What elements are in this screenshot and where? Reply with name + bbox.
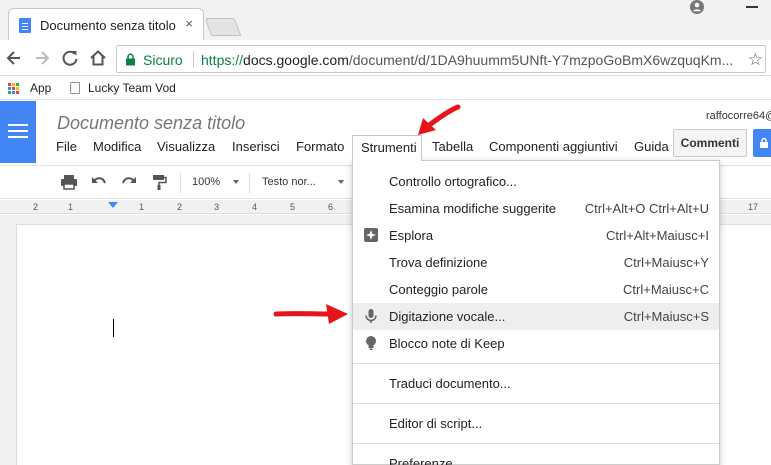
tab-strip: Documento senza titolo × [0, 0, 771, 40]
menu-formato[interactable]: Formato [296, 139, 344, 154]
document-title[interactable]: Documento senza titolo [57, 113, 245, 134]
bookmark-lucky-team[interactable]: Lucky Team Vod [88, 81, 176, 95]
ruler-number: 5 [290, 202, 296, 212]
back-icon[interactable] [4, 48, 24, 68]
share-button[interactable] [753, 129, 771, 157]
menu-item-shortcut: Ctrl+Maiusc+Y [623, 255, 709, 270]
menu-item-preferenze[interactable]: Preferenze... [353, 450, 719, 465]
menu-divider [353, 403, 719, 404]
ruler-number: 4 [252, 202, 258, 212]
user-email: raffocorre64@ [706, 110, 771, 122]
menu-item-label: Esamina modifiche suggerite [389, 201, 556, 216]
forward-icon[interactable] [32, 48, 52, 68]
menu-item-controllo-ortografico[interactable]: Controllo ortografico... [353, 168, 719, 195]
url-host: docs.google.com [243, 52, 349, 68]
secure-label: Sicuro [143, 52, 183, 68]
comments-button[interactable]: Commenti [673, 129, 747, 157]
explore-icon [364, 228, 378, 242]
ruler-number: 1 [139, 202, 145, 212]
bookmarks-bar: App Lucky Team Vod [0, 76, 771, 100]
page-icon [70, 82, 80, 94]
url-path: /document/d/1DA9huumm5UNft-Y7mzpoGoBmX6w… [348, 52, 734, 68]
menu-item-label: Preferenze... [389, 456, 464, 465]
ruler-number: 6 [328, 202, 334, 212]
menu-item-shortcut: Ctrl+Alt+Maiusc+I [606, 228, 709, 243]
apps-grid-icon[interactable] [8, 83, 19, 94]
keep-lightbulb-icon [366, 336, 376, 350]
lock-icon [126, 53, 135, 66]
indent-marker-icon[interactable] [108, 202, 118, 208]
menu-item-shortcut: Ctrl+Alt+O Ctrl+Alt+U [584, 201, 709, 216]
menu-item-digitazione-vocale[interactable]: Digitazione vocale... Ctrl+Maiusc+S [353, 303, 719, 330]
ruler-number: 1 [68, 202, 74, 212]
menu-divider [353, 363, 719, 364]
menu-componenti-aggiuntivi[interactable]: Componenti aggiuntivi [489, 139, 618, 154]
menu-item-label: Blocco note di Keep [389, 336, 505, 351]
paint-format-icon[interactable] [150, 173, 168, 191]
menu-divider [353, 443, 719, 444]
paragraph-style-select[interactable]: Testo nor... [262, 176, 316, 188]
docs-favicon-icon [19, 18, 31, 33]
bookmark-apps[interactable]: App [30, 81, 51, 95]
bookmark-star-icon[interactable]: ☆ [748, 50, 763, 70]
menu-item-label: Traduci documento... [389, 376, 511, 391]
text-cursor [113, 319, 114, 337]
zoom-select[interactable]: 100% [192, 176, 220, 188]
tab-title: Documento senza titolo [40, 18, 176, 33]
home-icon[interactable] [88, 48, 108, 68]
url-scheme: https:// [201, 52, 244, 68]
toolbar-divider [180, 173, 181, 193]
menu-item-label: Digitazione vocale... [389, 309, 506, 324]
menu-item-shortcut: Ctrl+Maiusc+S [623, 309, 709, 324]
menu-strumenti-label: Strumenti [361, 140, 417, 155]
ruler-number: 2 [177, 202, 183, 212]
menu-item-label: Trova definizione [389, 255, 488, 270]
lock-icon [760, 137, 768, 148]
ruler-number: 2 [33, 202, 39, 212]
ruler-number: 3 [214, 202, 220, 212]
close-tab-icon[interactable]: × [185, 16, 193, 31]
menu-item-editor-script[interactable]: Editor di script... [353, 410, 719, 437]
menu-item-conteggio-parole[interactable]: Conteggio parole Ctrl+Maiusc+C [353, 276, 719, 303]
minimize-window-icon[interactable] [746, 6, 758, 8]
undo-icon[interactable] [90, 173, 108, 191]
menu-item-esplora[interactable]: Esplora Ctrl+Alt+Maiusc+I [353, 222, 719, 249]
menu-item-esamina-modifiche[interactable]: Esamina modifiche suggerite Ctrl+Alt+O C… [353, 195, 719, 222]
menu-tabella[interactable]: Tabella [432, 139, 473, 154]
browser-tab[interactable]: Documento senza titolo × [8, 8, 204, 40]
docs-home-logo-icon[interactable] [0, 101, 36, 163]
redo-icon[interactable] [120, 173, 138, 191]
menu-guida[interactable]: Guida [634, 139, 669, 154]
style-dropdown-arrow-icon[interactable] [338, 180, 344, 184]
menu-item-label: Editor di script... [389, 416, 483, 431]
menu-strumenti[interactable]: Strumenti [352, 135, 422, 161]
strumenti-dropdown-menu: Controllo ortografico... Esamina modific… [352, 160, 720, 465]
menu-item-shortcut: Ctrl+Maiusc+C [623, 282, 709, 297]
address-bar[interactable]: Sicuro https://docs.google.com/document/… [116, 45, 766, 73]
zoom-dropdown-arrow-icon[interactable] [233, 180, 239, 184]
print-icon[interactable] [60, 173, 78, 191]
menu-item-traduci-documento[interactable]: Traduci documento... [353, 370, 719, 397]
menu-modifica[interactable]: Modifica [93, 139, 141, 154]
menu-item-blocco-note-keep[interactable]: Blocco note di Keep [353, 330, 719, 357]
ruler-number: 17 [748, 202, 759, 212]
menu-item-label: Esplora [389, 228, 434, 243]
account-icon[interactable] [690, 0, 704, 14]
microphone-icon [365, 309, 377, 323]
red-arrow-annotation-icon [273, 304, 348, 324]
toolbar-divider [249, 173, 250, 193]
new-tab-button[interactable] [204, 18, 242, 36]
menu-item-label: Controllo ortografico... [389, 174, 517, 189]
reload-icon[interactable] [60, 48, 80, 68]
url-text[interactable]: https://docs.google.com/document/d/1DA9h… [201, 52, 741, 68]
menu-item-label: Conteggio parole [389, 282, 489, 297]
menu-item-trova-definizione[interactable]: Trova definizione Ctrl+Maiusc+Y [353, 249, 719, 276]
menu-inserisci[interactable]: Inserisci [232, 139, 280, 154]
address-divider [193, 51, 194, 68]
red-arrow-annotation-icon [418, 104, 461, 135]
menu-visualizza[interactable]: Visualizza [157, 139, 215, 154]
menu-file[interactable]: File [56, 139, 77, 154]
